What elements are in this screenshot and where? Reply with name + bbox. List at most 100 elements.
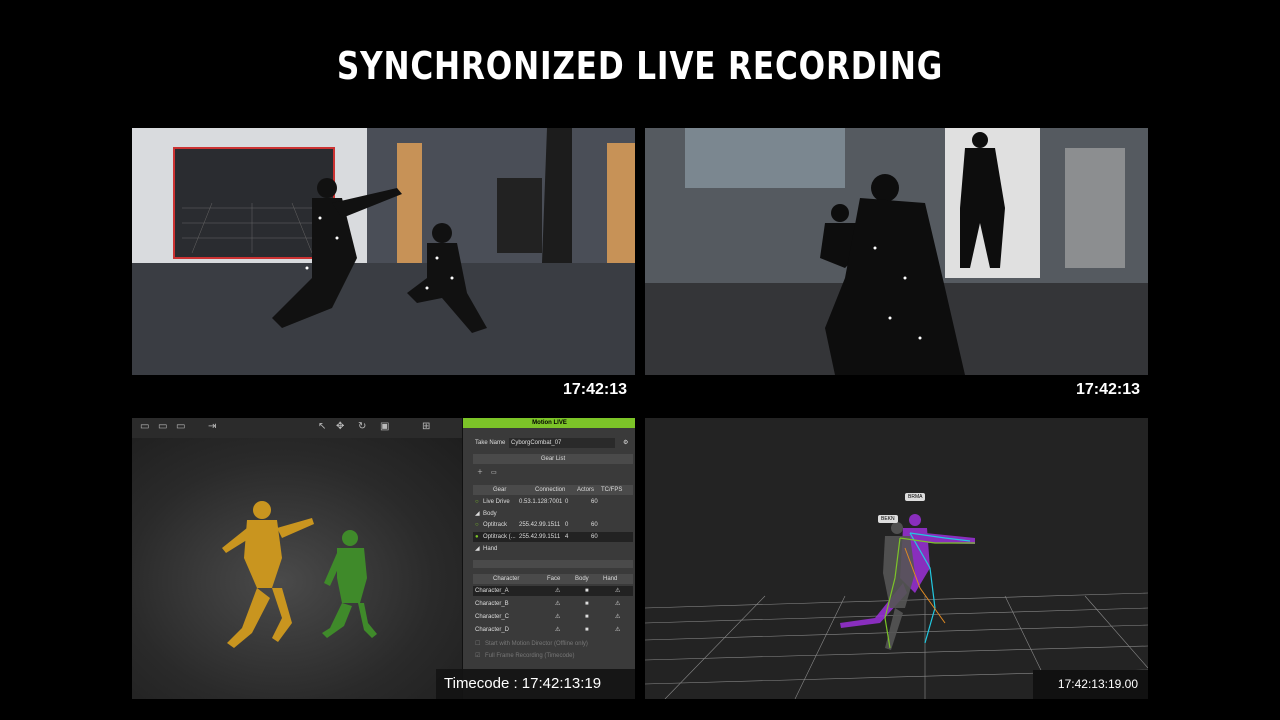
character-row[interactable]: Character_D ⚠ ■ ⚠: [473, 625, 633, 635]
motion-live-header: Motion LIVE: [463, 418, 635, 428]
gear-row[interactable]: ○ Live Drive 0.53.1.128:7001 0 60: [473, 497, 633, 507]
checkbox[interactable]: ☐: [475, 639, 480, 649]
character-row[interactable]: Character_A ⚠ ■ ⚠: [473, 586, 633, 596]
move-icon[interactable]: ✥: [336, 421, 344, 432]
timestamp-bar: 17:42:13: [132, 375, 635, 409]
col-hand: Hand: [603, 576, 618, 582]
skeleton-viewport: [645, 418, 1148, 699]
save-icon[interactable]: ▭: [176, 421, 185, 432]
gear-actors: 4: [565, 534, 569, 540]
warning-icon: ⚠: [615, 601, 621, 607]
gear-actors: 0: [565, 499, 569, 505]
gear-name: Hand: [483, 546, 498, 552]
take-name-field[interactable]: CyborgCombat_07: [509, 438, 615, 448]
gear-connection: 255.42.99.1511: [519, 534, 561, 540]
collapse-icon[interactable]: ◢: [475, 544, 480, 554]
add-gear-icon[interactable]: ＋: [477, 468, 483, 478]
character-table-header: Character Face Body Hand: [473, 574, 633, 584]
page-title: SYNCHRONIZED LIVE RECORDING: [336, 44, 944, 88]
rotate-icon[interactable]: ↻: [358, 421, 366, 432]
body-assign-icon[interactable]: ■: [585, 612, 589, 622]
timecode-label: Timecode : 17:42:13:19: [444, 675, 602, 692]
gear-toolbar: ＋ ▭: [473, 468, 633, 478]
option-offline[interactable]: ☐ Start with Motion Director (Offline onl…: [473, 639, 633, 649]
motion-live-panel: ▭ ▭ ▭ ⇥ ↖ ✥ ↻ ▣ ⊞ Motion LIVE Take Name: [132, 418, 635, 699]
settings-icon[interactable]: ⚙: [623, 438, 628, 448]
actor-tag: BEKN: [878, 515, 898, 523]
scale-icon[interactable]: ▣: [380, 421, 389, 432]
timestamp: 17:42:13: [1075, 381, 1140, 398]
timestamp: 17:42:13: [562, 381, 627, 398]
character-section-header: [473, 560, 633, 568]
body-assign-icon[interactable]: ■: [585, 599, 589, 609]
export-icon[interactable]: ⇥: [208, 421, 216, 432]
open-icon[interactable]: ▭: [158, 421, 167, 432]
status-icon: ○: [475, 522, 479, 528]
collapse-icon[interactable]: ◢: [475, 509, 480, 519]
gear-fps: 60: [591, 522, 598, 528]
studio-wide-video: [132, 128, 635, 375]
take-name-row: Take Name CyborgCombat_07 ⚙: [473, 438, 633, 448]
warning-icon: ⚠: [615, 614, 621, 620]
character-name: Character_C: [475, 614, 510, 620]
studio-close-video: [645, 128, 1148, 375]
gear-connection: 0.53.1.128:7001: [519, 499, 563, 505]
status-icon: ○: [475, 499, 479, 505]
character-name: Character_D: [475, 627, 510, 633]
timecode-label: 17:42:13:19.00: [1057, 677, 1138, 691]
character-name: Character_A: [475, 588, 509, 594]
gear-table-header: Gear Connection Actors TC/FPS: [473, 485, 633, 495]
skeleton-panel: BRMA BEKN 17:42:13:19.00: [645, 418, 1148, 699]
warning-icon: ⚠: [555, 588, 561, 594]
remove-gear-icon[interactable]: ▭: [491, 468, 497, 478]
warning-icon: ⚠: [555, 614, 561, 620]
timecode-box: Timecode : 17:42:13:19: [436, 669, 635, 699]
timestamp-bar: 17:42:13: [645, 375, 1148, 409]
viewport-toolbar: ▭ ▭ ▭ ⇥ ↖ ✥ ↻ ▣ ⊞: [132, 418, 462, 439]
studio-close-panel: 17:42:13: [645, 128, 1148, 409]
motion-live-panel-ui: Motion LIVE Take Name CyborgCombat_07 ⚙ …: [462, 418, 635, 699]
gear-name: Body: [483, 511, 497, 517]
align-icon[interactable]: ⊞: [422, 421, 430, 432]
body-assign-icon[interactable]: ■: [585, 586, 589, 596]
col-face: Face: [547, 576, 561, 582]
gear-name: Live Drive: [483, 499, 510, 505]
col-actors: Actors: [577, 487, 595, 493]
option-label: Full Frame Recording (Timecode): [485, 653, 575, 659]
character-row[interactable]: Character_B ⚠ ■ ⚠: [473, 599, 633, 609]
character-name: Character_B: [475, 601, 509, 607]
warning-icon: ⚠: [615, 588, 621, 594]
gear-fps: 60: [591, 499, 598, 505]
character-row[interactable]: Character_C ⚠ ■ ⚠: [473, 612, 633, 622]
gear-row-selected[interactable]: ● Optitrack (... 255.42.99.1511 4 60: [473, 532, 633, 542]
studio-wide-panel: 17:42:13: [132, 128, 635, 409]
gear-name: Optitrack (...: [483, 534, 516, 540]
new-icon[interactable]: ▭: [140, 421, 149, 432]
warning-icon: ⚠: [615, 627, 621, 633]
gear-row[interactable]: ○ Optitrack 255.42.99.1511 0 60: [473, 520, 633, 530]
status-icon: ●: [475, 534, 479, 540]
gear-actors: 0: [565, 522, 569, 528]
warning-icon: ⚠: [555, 627, 561, 633]
gear-name: Optitrack: [483, 522, 508, 528]
option-timecode[interactable]: ☑ Full Frame Recording (Timecode): [473, 651, 633, 661]
checkbox[interactable]: ☑: [475, 651, 480, 661]
actor-tag: BRMA: [905, 493, 926, 501]
select-icon[interactable]: ↖: [318, 421, 326, 432]
body-assign-icon[interactable]: ■: [585, 625, 589, 635]
gear-connection: 255.42.99.1511: [519, 522, 561, 528]
option-label: Start with Motion Director (Offline only…: [485, 641, 588, 647]
col-gear: Gear: [493, 487, 507, 493]
col-body: Body: [575, 576, 589, 582]
gear-fps: 60: [591, 534, 598, 540]
gear-row[interactable]: ◢ Body: [473, 509, 633, 519]
gear-row[interactable]: ◢ Hand: [473, 544, 633, 554]
col-fps: TC/FPS: [601, 487, 623, 493]
warning-icon: ⚠: [555, 601, 561, 607]
character-viewport: [132, 438, 462, 699]
timecode-box: 17:42:13:19.00: [1033, 670, 1148, 699]
gear-list-header: Gear List: [473, 454, 633, 464]
take-name-label: Take Name: [475, 440, 506, 446]
col-connection: Connection: [535, 487, 566, 493]
col-character: Character: [493, 576, 520, 582]
